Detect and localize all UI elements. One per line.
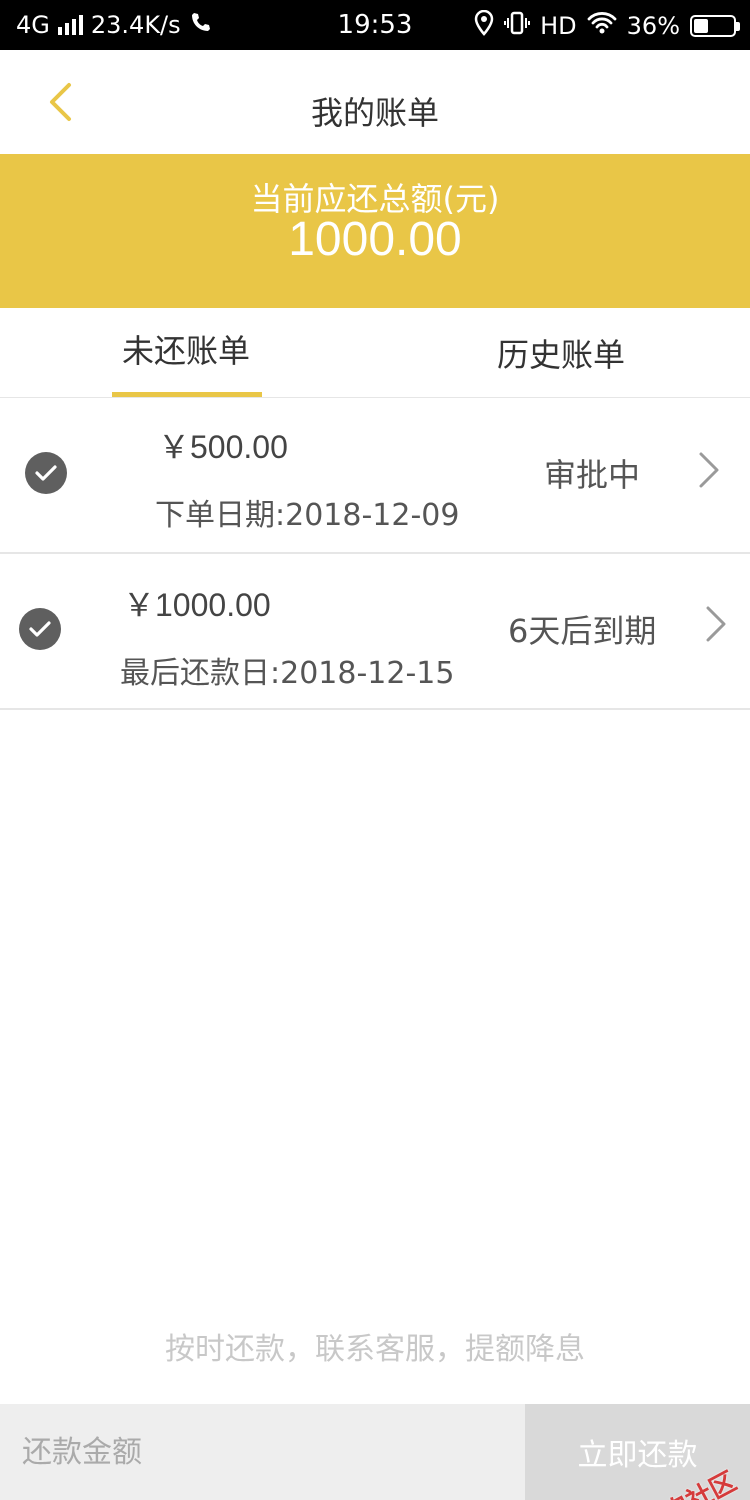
battery-icon bbox=[690, 15, 740, 37]
tab-unpaid-bills[interactable]: 未还账单 bbox=[122, 326, 250, 372]
status-bar: 4G 23.4K/s 19:53 HD 36% bbox=[0, 0, 750, 50]
battery-fill bbox=[694, 19, 708, 33]
page-title: 我的账单 bbox=[310, 94, 439, 132]
location-icon bbox=[474, 9, 494, 42]
battery-percent: 36% bbox=[626, 12, 680, 40]
bill-status: 6天后到期 bbox=[508, 612, 657, 650]
bill-amount: ￥1000.00 bbox=[123, 587, 271, 623]
total-due-amount: 1000.00 bbox=[288, 213, 462, 266]
bill-status: 审批中 bbox=[544, 456, 641, 494]
chevron-right-icon bbox=[706, 606, 726, 642]
check-icon[interactable] bbox=[19, 608, 61, 650]
bill-date: 最后还款日:2018-12-15 bbox=[120, 656, 455, 691]
repay-amount-input[interactable] bbox=[0, 1404, 525, 1500]
chevron-right-icon bbox=[699, 452, 719, 488]
status-right: HD 36% bbox=[474, 9, 740, 42]
bill-date: 下单日期:2018-12-09 bbox=[155, 498, 460, 533]
repayment-tip: 按时还款，联系客服，提额降息 bbox=[165, 1332, 585, 1367]
bill-row[interactable]: ￥1000.00 最后还款日:2018-12-15 6天后到期 bbox=[0, 554, 750, 710]
bill-amount: ￥500.00 bbox=[158, 429, 288, 465]
tab-history-bills[interactable]: 历史账单 bbox=[497, 330, 625, 376]
hd-label: HD bbox=[540, 12, 577, 40]
total-due-banner: 当前应还总额(元) 1000.00 bbox=[0, 154, 750, 308]
header: 我的账单 bbox=[0, 50, 750, 154]
bill-tabs: 未还账单 历史账单 bbox=[0, 308, 750, 398]
bill-row[interactable]: ￥500.00 下单日期:2018-12-09 审批中 bbox=[0, 398, 750, 554]
vibrate-icon bbox=[504, 10, 531, 42]
wifi-icon bbox=[587, 11, 617, 41]
check-icon[interactable] bbox=[25, 452, 67, 494]
repay-bar: 立即还款 卡农社区 bbox=[0, 1404, 750, 1500]
active-tab-indicator bbox=[112, 392, 262, 397]
